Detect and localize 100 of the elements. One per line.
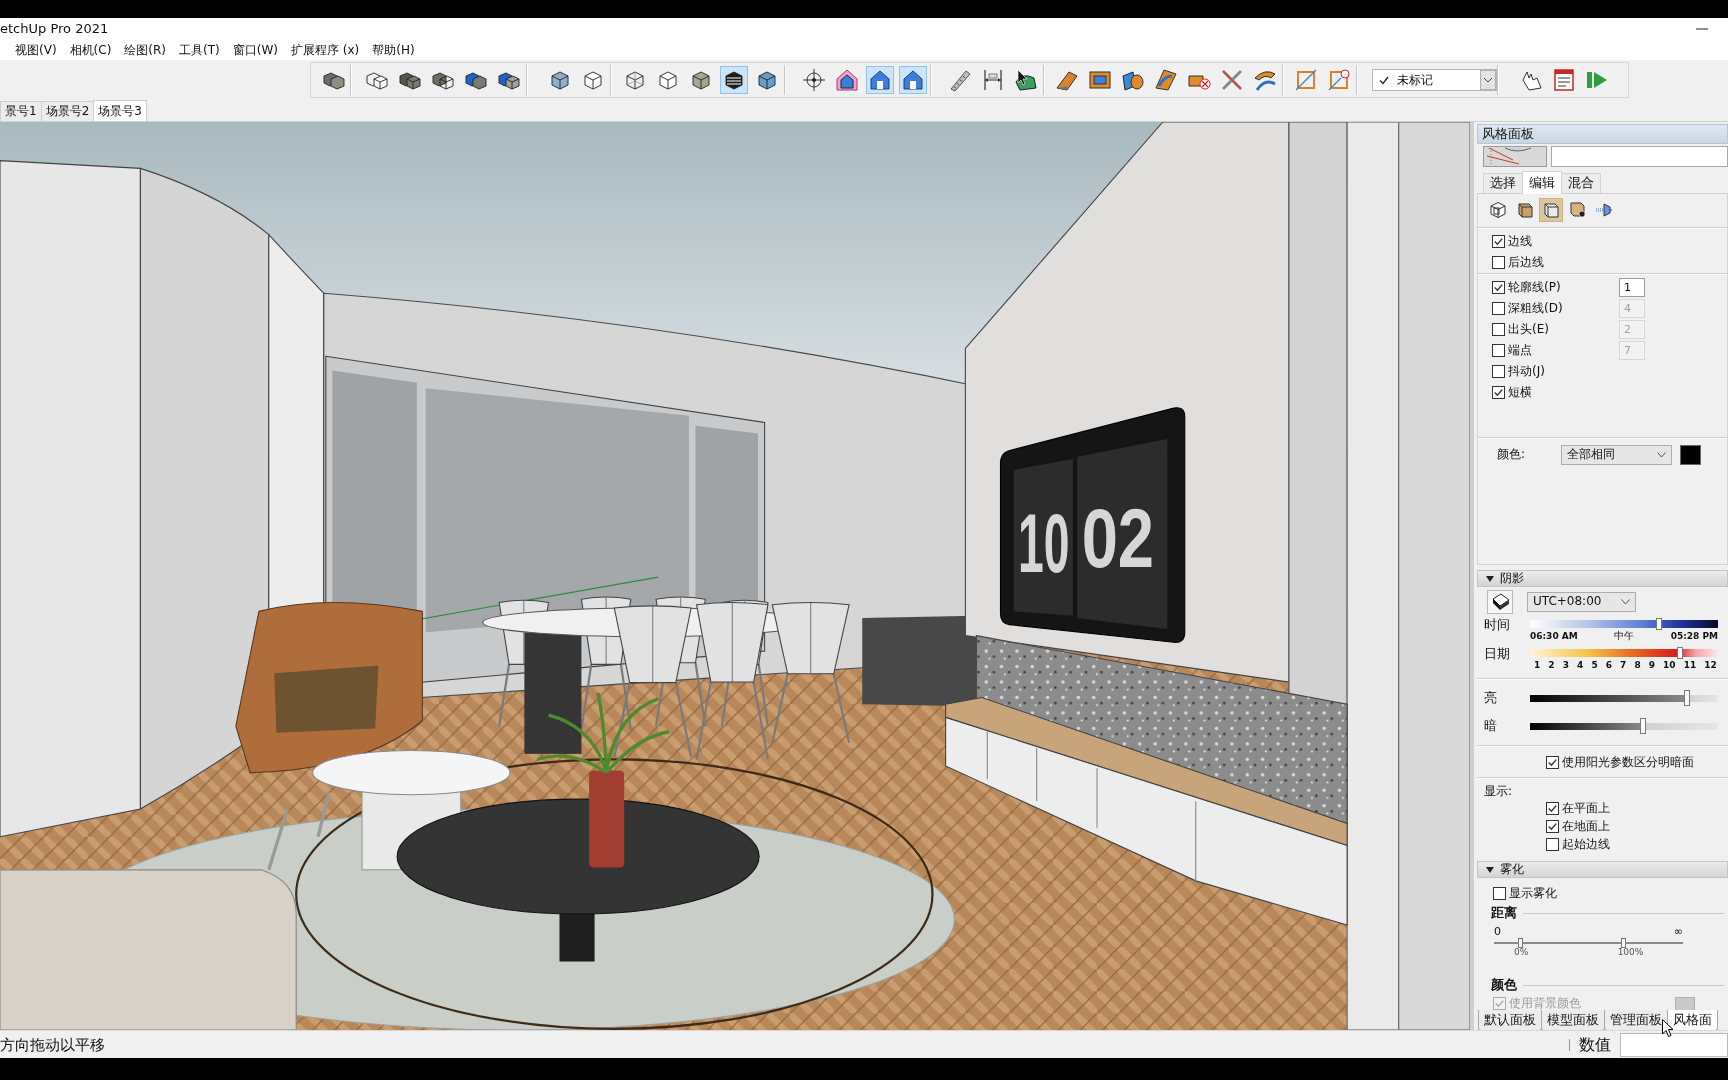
- checkbox[interactable]: [1492, 302, 1505, 315]
- section-plane-icon: [1327, 68, 1351, 92]
- toolbar-button[interactable]: [899, 66, 927, 94]
- color-swatch[interactable]: [1675, 996, 1695, 1011]
- panel-switch-tab[interactable]: 默认面板: [1478, 1010, 1542, 1030]
- date-slider[interactable]: [1530, 647, 1718, 659]
- slider-thumb[interactable]: [1621, 938, 1627, 948]
- option-label: 使用阳光参数区分明暗面: [1562, 754, 1694, 770]
- panel-tab[interactable]: 编辑: [1522, 171, 1562, 194]
- scene-tab[interactable]: 景号1: [0, 101, 42, 121]
- slider-thumb[interactable]: [1677, 647, 1684, 659]
- panel-tab[interactable]: 混合: [1561, 173, 1601, 193]
- checkbox[interactable]: [1546, 801, 1559, 815]
- light-label: 亮: [1484, 691, 1498, 705]
- panel-switch-tab[interactable]: 风格面: [1667, 1010, 1718, 1030]
- section-header[interactable]: 雾化: [1477, 861, 1728, 878]
- option-label: 起始边线: [1562, 836, 1610, 852]
- time-end-label: 05:28 PM: [1670, 630, 1718, 642]
- measurements-field[interactable]: [1620, 1032, 1728, 1057]
- menu-item[interactable]: 相机(C): [69, 42, 112, 58]
- toolbar-button[interactable]: [1152, 66, 1180, 94]
- width-field[interactable]: 1: [1619, 278, 1645, 297]
- frame-icon: [1088, 68, 1112, 92]
- option-label: 轮廓线(P): [1508, 280, 1562, 295]
- clock-minutes: 02: [1081, 490, 1175, 586]
- panel-switch-tab[interactable]: 管理面板: [1604, 1010, 1668, 1030]
- checkbox[interactable]: [1546, 819, 1559, 833]
- chevron-icon: [1621, 598, 1630, 605]
- shadow-toggle-button[interactable]: [1487, 589, 1513, 614]
- timezone-dropdown[interactable]: UTC+08:00: [1527, 591, 1636, 612]
- crosshair-icon: [802, 68, 826, 92]
- month-label: 10: [1663, 659, 1676, 671]
- month-label: 8: [1634, 659, 1641, 671]
- panel-switch-tab[interactable]: 模型面板: [1541, 1010, 1605, 1030]
- menu-item[interactable]: 绘图(R): [124, 42, 167, 58]
- box-icon: [1515, 200, 1534, 219]
- cube-outline-icon: [1489, 200, 1507, 219]
- style-thumbnail: [1483, 146, 1547, 167]
- house-icon: [901, 68, 925, 92]
- checkbox[interactable]: [1493, 886, 1506, 900]
- checkbox[interactable]: [1492, 256, 1505, 269]
- checkbox[interactable]: [1492, 386, 1505, 399]
- checkbox[interactable]: [1492, 281, 1505, 294]
- toolbar-button[interactable]: [800, 66, 828, 94]
- option-label: 端点: [1508, 343, 1533, 358]
- slider-thumb[interactable]: [1517, 938, 1523, 948]
- checkbox[interactable]: [1546, 755, 1559, 769]
- option-label: 深粗线(D): [1508, 301, 1564, 316]
- month-label: 9: [1648, 659, 1655, 671]
- house-icon: [868, 68, 892, 92]
- scene-tab[interactable]: 场景号2: [40, 101, 95, 121]
- tag-dropdown[interactable]: 未标记: [1371, 69, 1497, 91]
- option-label: 出头(E): [1508, 322, 1550, 337]
- option-label: 边线: [1508, 234, 1532, 249]
- dimension-icon: [981, 68, 1005, 92]
- section-plane-icon: [1294, 68, 1318, 92]
- panel-tab[interactable]: 选择: [1483, 173, 1523, 193]
- month-label: 3: [1562, 659, 1569, 671]
- ruler-icon: [948, 68, 972, 92]
- color-label: 颜色:: [1497, 447, 1527, 462]
- cross-icon: [1220, 68, 1244, 92]
- time-slider[interactable]: [1530, 618, 1718, 630]
- menu-item[interactable]: 窗口(W): [232, 42, 278, 58]
- background-settings-button[interactable]: [1539, 197, 1563, 222]
- menu-item[interactable]: 扩展程序 (x): [290, 42, 360, 58]
- chevron-icon: [1479, 70, 1496, 90]
- dark-label: 暗: [1484, 719, 1498, 733]
- thumb-percent-label: 100%: [1617, 947, 1644, 957]
- window-title: etchUp Pro 2021: [0, 21, 109, 37]
- box-icon: [1542, 200, 1560, 219]
- minimize-icon: [1696, 28, 1708, 30]
- slider-thumb[interactable]: [1655, 618, 1662, 630]
- checkbox[interactable]: [1492, 235, 1505, 248]
- date-label: 日期: [1484, 647, 1511, 663]
- option-label: 在地面上: [1562, 818, 1610, 834]
- edge-color-dropdown[interactable]: 全部相同: [1561, 444, 1672, 465]
- house-icon: [835, 68, 859, 92]
- slider-thumb[interactable]: [1639, 718, 1646, 734]
- slider-thumb[interactable]: [1683, 690, 1690, 706]
- checkbox[interactable]: [1492, 344, 1505, 357]
- month-label: 11: [1683, 659, 1697, 671]
- menu-item[interactable]: 视图(V): [15, 42, 57, 58]
- striped-arrow-icon: [1595, 200, 1613, 219]
- color-swatch[interactable]: [1680, 444, 1701, 465]
- scene-tab[interactable]: 场景号3: [93, 100, 147, 121]
- menu-item[interactable]: 帮助(H): [372, 42, 415, 58]
- toolbar-button[interactable]: [720, 66, 748, 94]
- checkbox[interactable]: [1546, 837, 1559, 851]
- month-label: 12: [1704, 659, 1717, 671]
- menu-item[interactable]: 工具(T): [179, 42, 220, 58]
- style-name-field[interactable]: [1551, 146, 1728, 167]
- toolbar-button[interactable]: [866, 66, 894, 94]
- month-label: 7: [1620, 659, 1627, 671]
- section-header[interactable]: 阴影: [1477, 570, 1728, 587]
- document-icon: [1551, 68, 1576, 92]
- chevron-icon: [1657, 451, 1666, 458]
- option-label: 短横: [1508, 385, 1533, 400]
- option-label: 在平面上: [1562, 800, 1610, 816]
- checkbox[interactable]: [1492, 323, 1505, 336]
- checkbox[interactable]: [1492, 365, 1505, 378]
